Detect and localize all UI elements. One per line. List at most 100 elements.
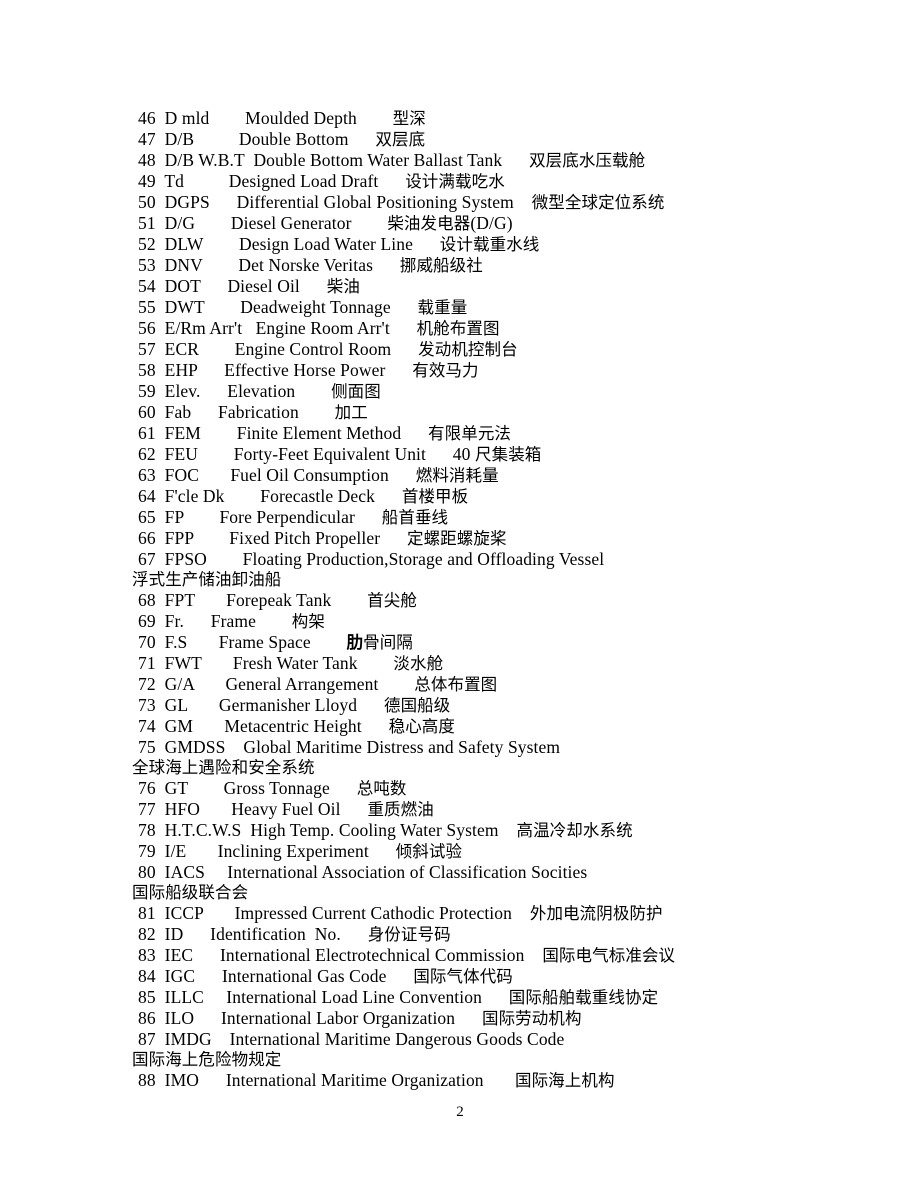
chinese-gloss: 淡水舱 xyxy=(393,654,444,673)
chinese-gloss: 高温冷却水系统 xyxy=(516,821,633,840)
glossary-entry: 82 ID Identification No. 身份证号码 xyxy=(132,924,832,945)
glossary-entry: 88 IMO International Maritime Organizati… xyxy=(132,1070,832,1091)
chinese-gloss: 德国船级 xyxy=(383,696,451,715)
chinese-gloss: 构架 xyxy=(291,612,325,631)
glossary-entry: 46 D mld Moulded Depth 型深 xyxy=(132,108,832,129)
chinese-gloss: 稳心高度 xyxy=(388,717,455,736)
chinese-gloss: 柴油 xyxy=(326,277,360,296)
chinese-gloss: 国际船级联合会 xyxy=(132,883,249,902)
chinese-gloss: 全球海上遇险和安全系统 xyxy=(132,758,315,777)
glossary-entry: 70 F.S Frame Space 肋骨间隔 xyxy=(132,632,832,653)
chinese-gloss: 肋骨间隔 xyxy=(346,633,413,652)
chinese-gloss: 有限单元法 xyxy=(428,424,512,443)
glossary-entry: 63 FOC Fuel Oil Consumption 燃料消耗量 xyxy=(132,465,832,486)
latin-text: 48 D/B W.B.T Double Bottom Water Ballast… xyxy=(138,150,530,170)
glossary-entry: 64 F'cle Dk Forecastle Deck 首楼甲板 xyxy=(132,486,832,507)
latin-text: 55 DWT Deadweight Tonnage xyxy=(138,297,418,317)
glossary-entry: 58 EHP Effective Horse Power 有效马力 xyxy=(132,360,832,381)
glossary-wrap-line: 国际海上危险物规定 xyxy=(132,1049,832,1070)
chinese-gloss: 首尖舱 xyxy=(367,591,417,610)
latin-text: 54 DOT Diesel Oil xyxy=(138,276,327,296)
latin-text: 64 F'cle Dk Forecastle Deck xyxy=(138,486,402,506)
glossary-entry: 80 IACS International Association of Cla… xyxy=(132,862,832,882)
chinese-gloss: 倾斜试验 xyxy=(395,842,463,861)
latin-text: (D/G) xyxy=(470,213,513,233)
chinese-gloss: 重质燃油 xyxy=(367,800,434,819)
latin-text: 81 ICCP Impressed Current Cathodic Prote… xyxy=(138,903,530,923)
glossary-entry: 81 ICCP Impressed Current Cathodic Prote… xyxy=(132,903,832,924)
latin-text: 57 ECR Engine Control Room xyxy=(138,339,419,359)
chinese-gloss: 身份证号码 xyxy=(367,925,451,944)
latin-text: 86 ILO International Labor Organization xyxy=(138,1008,482,1028)
latin-text: 87 IMDG International Maritime Dangerous… xyxy=(138,1029,565,1049)
latin-text: 56 E/Rm Arr't Engine Room Arr't xyxy=(138,318,417,338)
latin-text: 75 GMDSS Global Maritime Distress and Sa… xyxy=(138,737,561,757)
chinese-gloss: 定螺距螺旋桨 xyxy=(406,529,507,548)
chinese-gloss: 有效马力 xyxy=(412,361,479,380)
glossary-entry: 67 FPSO Floating Production,Storage and … xyxy=(132,549,832,569)
glossary-entry: 66 FPP Fixed Pitch Propeller 定螺距螺旋桨 xyxy=(132,528,832,549)
latin-text: 47 D/B Double Bottom xyxy=(138,129,376,149)
chinese-gloss: 侧面图 xyxy=(331,382,381,401)
glossary-entry: 48 D/B W.B.T Double Bottom Water Ballast… xyxy=(132,150,832,171)
chinese-gloss: 设计满载吃水 xyxy=(405,172,505,191)
latin-text: 49 Td Designed Load Draft xyxy=(138,171,406,191)
glossary-entry: 78 H.T.C.W.S High Temp. Cooling Water Sy… xyxy=(132,820,832,841)
glossary-entry: 55 DWT Deadweight Tonnage 载重量 xyxy=(132,297,832,318)
glossary-entry: 72 G/A General Arrangement 总体布置图 xyxy=(132,674,832,695)
latin-text: 62 FEU Forty-Feet Equivalent Unit 40 xyxy=(138,444,475,464)
glossary-entry: 52 DLW Design Load Water Line 设计载重水线 xyxy=(132,234,832,255)
chinese-gloss: 挪威船级社 xyxy=(399,256,483,275)
glossary-entry: 73 GL Germanisher Lloyd 德国船级 xyxy=(132,695,832,716)
glossary-entry: 65 FP Fore Perpendicular 船首垂线 xyxy=(132,507,832,528)
latin-text: 79 I/E Inclining Experiment xyxy=(138,841,396,861)
chinese-gloss: 燃料消耗量 xyxy=(415,466,499,485)
glossary-entry: 76 GT Gross Tonnage 总吨数 xyxy=(132,778,832,799)
glossary-entry: 68 FPT Forepeak Tank 首尖舱 xyxy=(132,590,832,611)
page-number: 2 xyxy=(456,1104,464,1120)
glossary-entry: 60 Fab Fabrication 加工 xyxy=(132,402,832,423)
latin-text: 52 DLW Design Load Water Line xyxy=(138,234,440,254)
glossary-entry: 74 GM Metacentric Height 稳心高度 xyxy=(132,716,832,737)
glossary-entry: 62 FEU Forty-Feet Equivalent Unit 40 尺集装… xyxy=(132,444,832,465)
glossary-entry: 71 FWT Fresh Water Tank 淡水舱 xyxy=(132,653,832,674)
latin-text: 83 IEC International Electrotechnical Co… xyxy=(138,945,543,965)
chinese-gloss: 国际海上机构 xyxy=(514,1071,615,1090)
glossary-entry: 53 DNV Det Norske Veritas 挪威船级社 xyxy=(132,255,832,276)
glossary-entry: 61 FEM Finite Element Method 有限单元法 xyxy=(132,423,832,444)
glossary-entry: 59 Elev. Elevation 侧面图 xyxy=(132,381,832,402)
latin-text: 67 FPSO Floating Production,Storage and … xyxy=(138,549,605,569)
latin-text: 65 FP Fore Perpendicular xyxy=(138,507,382,527)
latin-text: 46 D mld Moulded Depth xyxy=(138,108,393,128)
glossary-entry: 57 ECR Engine Control Room 发动机控制台 xyxy=(132,339,832,360)
glossary-entry: 86 ILO International Labor Organization … xyxy=(132,1008,832,1029)
chinese-gloss: 首楼甲板 xyxy=(401,487,469,506)
latin-text: 84 IGC International Gas Code xyxy=(138,966,414,986)
glossary-entry: 83 IEC International Electrotechnical Co… xyxy=(132,945,832,966)
glossary-entry: 50 DGPS Differential Global Positioning … xyxy=(132,192,832,213)
latin-text: 71 FWT Fresh Water Tank xyxy=(138,653,394,673)
latin-text: 70 F.S Frame Space xyxy=(138,632,347,652)
glossary-entry: 47 D/B Double Bottom 双层底 xyxy=(132,129,832,150)
glossary-entry: 54 DOT Diesel Oil 柴油 xyxy=(132,276,832,297)
latin-text: 51 D/G Diesel Generator xyxy=(138,213,388,233)
latin-text: 77 HFO Heavy Fuel Oil xyxy=(138,799,368,819)
chinese-gloss: 微型全球定位系统 xyxy=(531,193,665,212)
document-page: 46 D mld Moulded Depth 型深 47 D/B Double B… xyxy=(0,0,920,1191)
glossary-list: 46 D mld Moulded Depth 型深 47 D/B Double B… xyxy=(132,108,832,1091)
latin-text: 88 IMO International Maritime Organizati… xyxy=(138,1070,515,1090)
glossary-entry: 85 ILLC International Load Line Conventi… xyxy=(132,987,832,1008)
glossary-entry: 84 IGC International Gas Code 国际气体代码 xyxy=(132,966,832,987)
glossary-entry: 51 D/G Diesel Generator 柴油发电器(D/G) xyxy=(132,213,832,234)
chinese-gloss: 国际劳动机构 xyxy=(481,1009,582,1028)
chinese-gloss: 尺集装箱 xyxy=(475,445,542,464)
chinese-gloss: 加工 xyxy=(334,403,368,422)
chinese-gloss: 发动机控制台 xyxy=(418,340,518,359)
latin-text: 53 DNV Det Norske Veritas xyxy=(138,255,400,275)
latin-text: 69 Fr. Frame xyxy=(138,611,292,631)
latin-text: 63 FOC Fuel Oil Consumption xyxy=(138,465,416,485)
latin-text: 60 Fab Fabrication xyxy=(138,402,335,422)
glossary-wrap-line: 国际船级联合会 xyxy=(132,882,832,903)
chinese-gloss: 国际海上危险物规定 xyxy=(132,1050,282,1069)
chinese-gloss: 型深 xyxy=(392,109,426,128)
